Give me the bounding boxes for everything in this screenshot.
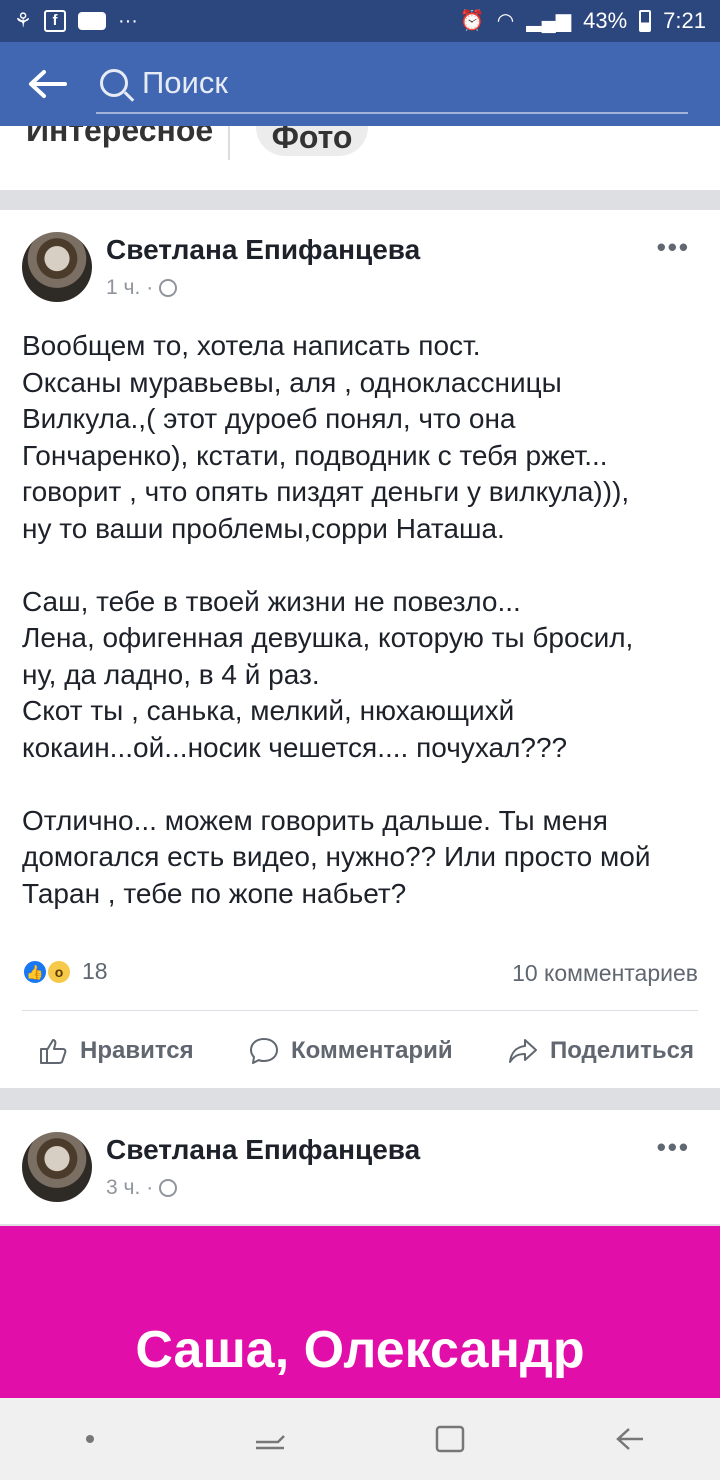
facebook-notification-icon: f [43,10,66,32]
battery-icon [639,10,652,32]
post-meta: 3 ч. · [106,1176,178,1200]
search-bar: Поиск [0,42,720,126]
post-meta: 1 ч. · [106,276,178,300]
post-card: Светлана Епифанцева 3 ч. · ••• [0,1110,720,1224]
like-label: Нравится [80,1037,194,1064]
filter-tabs: Интересное Фото [0,126,720,190]
post-line: Отлично... можем говорить дальше. Ты мен… [22,804,608,836]
post-line: домогался есть видео, нужно?? Или просто… [22,841,651,872]
like-button[interactable]: Нравится [38,1036,194,1066]
post-line: Вообщем то, хотела написать пост. [22,330,481,361]
signal-icon: ▂▄▆ [526,10,572,32]
reactions-count: 18 [82,958,108,984]
post-line: говорит , что опять пиздят деньги у вилк… [22,476,630,507]
avatar[interactable] [22,1132,92,1202]
alarm-icon: ⏰ [459,10,485,32]
home-icon[interactable] [410,1409,490,1469]
share-label: Поделиться [549,1037,694,1064]
comment-icon [249,1038,278,1064]
post-colored-background[interactable]: Саша, Олександр [0,1226,720,1398]
wifi-icon: ◠ [496,10,515,32]
recent-apps-icon[interactable] [230,1409,310,1469]
post-line: ну, да ладно, в 4 й раз. [22,658,320,690]
avatar[interactable] [22,232,92,302]
post-line: Гончаренко), кстати, подводник с тебя рж… [22,439,608,471]
post-author[interactable]: Светлана Епифанцева [106,1134,420,1166]
post-line: ну то ваши проблемы,сорри Наташа. [22,512,505,544]
post-line: Саш, тебе в твоей жизни не повезло... [22,585,521,617]
post-banner-text: Саша, Олександр [135,1321,585,1379]
more-notifications-icon: ··· [117,10,138,32]
search-icon [100,69,128,97]
youtube-notification-icon [77,12,106,30]
post-line: Лена, офигенная девушка, которую ты брос… [22,622,634,653]
share-icon [508,1039,537,1063]
post-line: Таран , тебе по жопе набьет? [22,877,407,909]
post-line: Оксаны муравьевы, аля , одноклассницы [22,366,562,398]
post-line: кокаин...ой...носик чешется.... почухал?… [22,731,568,763]
post-actions: Нравится Комментарий Поделиться [0,1024,720,1078]
back-arrow-icon[interactable] [0,69,96,99]
post-line: Скот ты , санька, мелкий, нюхающихй [22,695,515,726]
more-options-icon[interactable]: ••• [657,232,690,263]
post-author[interactable]: Светлана Епифанцева [106,234,420,266]
post-line: Вилкула.,( этот дуроеб понял, что она [22,403,516,434]
wow-reaction-icon: o [46,958,72,985]
post-time[interactable]: 1 ч. [106,276,140,300]
post-line-blank [22,547,702,584]
share-button[interactable]: Поделиться [508,1036,694,1066]
post-time[interactable]: 3 ч. [106,1176,140,1200]
post-card: Светлана Епифанцева 1 ч. · ••• Вообщем т… [0,210,720,1088]
tab-divider [228,126,230,160]
comment-button[interactable]: Комментарий [249,1036,453,1066]
comments-count[interactable]: 10 комментариев [512,960,698,987]
system-nav-bar [0,1398,720,1480]
post-line-blank [22,766,702,803]
divider [22,1010,698,1011]
search-input[interactable]: Поиск [96,54,688,114]
tab-photo[interactable]: Фото [256,126,368,156]
status-bar: ⚘ f ··· ⏰ ◠ ▂▄▆ 43% 7:21 [0,0,720,42]
search-placeholder: Поиск [142,65,228,100]
more-options-icon[interactable]: ••• [657,1132,690,1163]
clock: 7:21 [663,8,706,33]
like-reaction-icon: 👍 [22,958,48,985]
battery-percent: 43% [583,8,628,33]
globe-icon [159,279,178,297]
tab-interesting[interactable]: Интересное [26,126,213,149]
comment-label: Комментарий [290,1037,453,1064]
thumbs-up-icon [40,1039,67,1064]
back-nav-icon[interactable] [590,1409,670,1469]
nav-dot-icon[interactable] [50,1409,130,1469]
globe-icon [159,1179,178,1197]
post-body: Вообщем то, хотела написать пост. Оксаны… [22,328,702,912]
notification-icon: ⚘ [14,10,32,32]
reactions-summary[interactable]: 👍 o 18 [22,958,108,985]
